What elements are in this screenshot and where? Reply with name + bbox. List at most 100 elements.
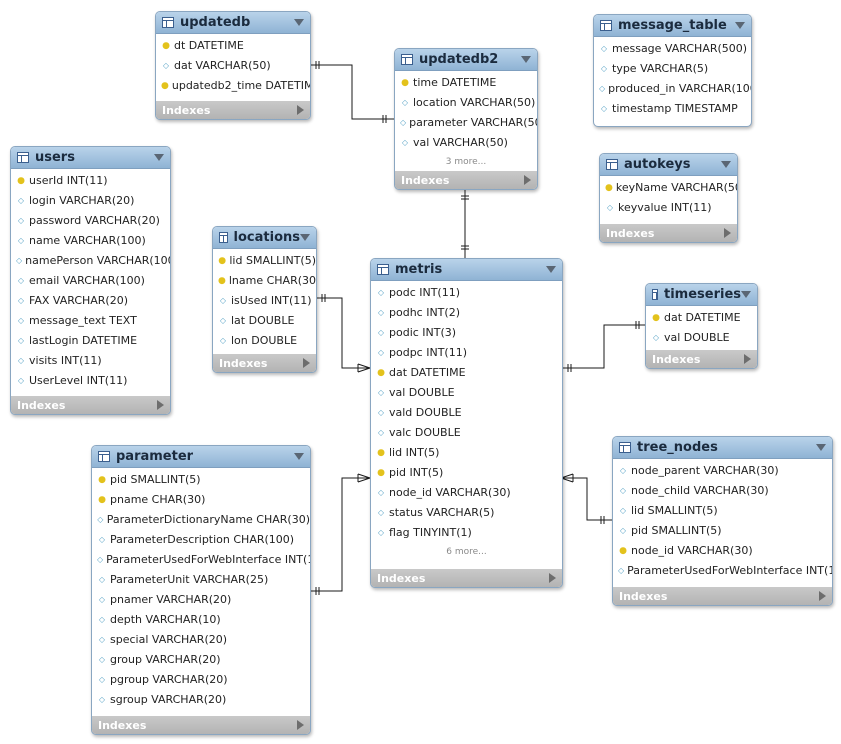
table-header[interactable]: message_table	[594, 15, 751, 37]
table-users[interactable]: users ● userId INT(11) ◇ login VARCHAR(20) ◇ p…	[10, 146, 171, 415]
column-row[interactable]: ◇ depth VARCHAR(10)	[92, 610, 310, 630]
column-row[interactable]: ◇ group VARCHAR(20)	[92, 650, 310, 670]
column-row[interactable]: ◇ ParameterUsedForWebInterface INT(11)	[92, 550, 310, 570]
column-row[interactable]: ◇ ParameterUnit VARCHAR(25)	[92, 570, 310, 590]
column-row[interactable]: ◇ podpc INT(11)	[371, 343, 562, 363]
table-header[interactable]: locations	[213, 227, 316, 249]
column-row[interactable]: ● dt DATETIME	[156, 36, 310, 56]
column-row[interactable]: ◇ pid SMALLINT(5)	[613, 521, 832, 541]
chevron-right-icon[interactable]	[157, 400, 164, 410]
column-row[interactable]: ◇ lastLogin DATETIME	[11, 331, 170, 351]
column-row[interactable]: ◇ produced_in VARCHAR(100)	[594, 79, 751, 99]
chevron-right-icon[interactable]	[549, 573, 556, 583]
column-row[interactable]: ◇ timestamp TIMESTAMP	[594, 99, 751, 119]
column-row[interactable]: ◇ node_child VARCHAR(30)	[613, 481, 832, 501]
chevron-right-icon[interactable]	[724, 228, 731, 238]
table-updatedb[interactable]: updatedb ● dt DATETIME ◇ dat VARCHAR(50) ● upd…	[155, 11, 311, 120]
column-row[interactable]: ● lid INT(5)	[371, 443, 562, 463]
column-row[interactable]: ● pid INT(5)	[371, 463, 562, 483]
column-row[interactable]: ◇ email VARCHAR(100)	[11, 271, 170, 291]
column-row[interactable]: ◇ special VARCHAR(20)	[92, 630, 310, 650]
column-row[interactable]: ● time DATETIME	[395, 73, 537, 93]
more-columns-link[interactable]: 3 more...	[395, 153, 537, 171]
chevron-right-icon[interactable]	[297, 720, 304, 730]
column-row[interactable]: ● userId INT(11)	[11, 171, 170, 191]
table-tree-nodes[interactable]: tree_nodes ◇ node_parent VARCHAR(30) ◇ node_…	[612, 436, 833, 606]
column-row[interactable]: ◇ keyvalue INT(11)	[600, 198, 737, 218]
indexes-section[interactable]: Indexes	[646, 350, 757, 368]
column-row[interactable]: ◇ val DOUBLE	[646, 328, 757, 348]
column-row[interactable]: ◇ podc INT(11)	[371, 283, 562, 303]
column-row[interactable]: ◇ valc DOUBLE	[371, 423, 562, 443]
table-timeseries[interactable]: timeseries ● dat DATETIME ◇ val DOUBLE Indexe…	[645, 283, 758, 369]
column-row[interactable]: ◇ message VARCHAR(500)	[594, 39, 751, 59]
column-row[interactable]: ◇ lat DOUBLE	[213, 311, 316, 331]
column-row[interactable]: ◇ password VARCHAR(20)	[11, 211, 170, 231]
table-header[interactable]: autokeys	[600, 154, 737, 176]
table-header[interactable]: updatedb2	[395, 49, 537, 71]
chevron-down-icon[interactable]	[816, 444, 826, 451]
indexes-section[interactable]: Indexes	[613, 587, 832, 605]
indexes-section[interactable]: Indexes	[11, 396, 170, 414]
column-row[interactable]: ◇ val DOUBLE	[371, 383, 562, 403]
column-row[interactable]: ◇ ParameterUsedForWebInterface INT(11)	[613, 561, 832, 581]
indexes-section[interactable]: Indexes	[395, 171, 537, 189]
table-parameter[interactable]: parameter ● pid SMALLINT(5) ● pname CHAR(30)…	[91, 445, 311, 735]
table-autokeys[interactable]: autokeys ● keyName VARCHAR(50) ◇ keyvalue IN…	[599, 153, 738, 243]
chevron-down-icon[interactable]	[294, 453, 304, 460]
chevron-right-icon[interactable]	[524, 175, 531, 185]
chevron-down-icon[interactable]	[154, 154, 164, 161]
column-row[interactable]: ◇ val VARCHAR(50)	[395, 133, 537, 153]
column-row[interactable]: ● pid SMALLINT(5)	[92, 470, 310, 490]
chevron-right-icon[interactable]	[819, 591, 826, 601]
column-row[interactable]: ● dat DATETIME	[646, 308, 757, 328]
column-row[interactable]: ◇ flag TINYINT(1)	[371, 523, 562, 543]
table-locations[interactable]: locations ● lid SMALLINT(5) ● lname CHAR(30)…	[212, 226, 317, 373]
column-row[interactable]: ◇ type VARCHAR(5)	[594, 59, 751, 79]
chevron-right-icon[interactable]	[303, 358, 310, 368]
column-row[interactable]: ◇ isUsed INT(11)	[213, 291, 316, 311]
column-row[interactable]: ● node_id VARCHAR(30)	[613, 541, 832, 561]
column-row[interactable]: ◇ pgroup VARCHAR(20)	[92, 670, 310, 690]
chevron-down-icon[interactable]	[735, 22, 745, 29]
chevron-down-icon[interactable]	[546, 266, 556, 273]
column-row[interactable]: ◇ podic INT(3)	[371, 323, 562, 343]
chevron-right-icon[interactable]	[744, 354, 751, 364]
column-row[interactable]: ◇ dat VARCHAR(50)	[156, 56, 310, 76]
table-metris[interactable]: metris ◇ podc INT(11) ◇ podhc INT(2) ◇ podic I…	[370, 258, 563, 588]
column-row[interactable]: ◇ status VARCHAR(5)	[371, 503, 562, 523]
indexes-section[interactable]: Indexes	[156, 101, 310, 119]
table-header[interactable]: metris	[371, 259, 562, 281]
column-row[interactable]: ● lname CHAR(30)	[213, 271, 316, 291]
column-row[interactable]: ◇ podhc INT(2)	[371, 303, 562, 323]
column-row[interactable]: ◇ lid SMALLINT(5)	[613, 501, 832, 521]
column-row[interactable]: ◇ FAX VARCHAR(20)	[11, 291, 170, 311]
chevron-right-icon[interactable]	[297, 105, 304, 115]
table-header[interactable]: parameter	[92, 446, 310, 468]
table-header[interactable]: timeseries	[646, 284, 757, 306]
column-row[interactable]: ◇ message_text TEXT	[11, 311, 170, 331]
indexes-section[interactable]: Indexes	[371, 569, 562, 587]
column-row[interactable]: ◇ node_id VARCHAR(30)	[371, 483, 562, 503]
table-header[interactable]: tree_nodes	[613, 437, 832, 459]
column-row[interactable]: ◇ node_parent VARCHAR(30)	[613, 461, 832, 481]
chevron-down-icon[interactable]	[300, 234, 310, 241]
column-row[interactable]: ◇ login VARCHAR(20)	[11, 191, 170, 211]
column-row[interactable]: ◇ lon DOUBLE	[213, 331, 316, 351]
column-row[interactable]: ● updatedb2_time DATETIME	[156, 76, 310, 96]
column-row[interactable]: ◇ visits INT(11)	[11, 351, 170, 371]
table-updatedb2[interactable]: updatedb2 ● time DATETIME ◇ location VARCHAR…	[394, 48, 538, 190]
column-row[interactable]: ◇ parameter VARCHAR(50)	[395, 113, 537, 133]
indexes-section[interactable]: Indexes	[92, 716, 310, 734]
column-row[interactable]: ◇ pnamer VARCHAR(20)	[92, 590, 310, 610]
column-row[interactable]: ◇ name VARCHAR(100)	[11, 231, 170, 251]
column-row[interactable]: ◇ UserLevel INT(11)	[11, 371, 170, 391]
column-row[interactable]: ● dat DATETIME	[371, 363, 562, 383]
table-message-table[interactable]: message_table ◇ message VARCHAR(500) ◇ type …	[593, 14, 752, 127]
indexes-section[interactable]: Indexes	[600, 224, 737, 242]
column-row[interactable]: ● lid SMALLINT(5)	[213, 251, 316, 271]
chevron-down-icon[interactable]	[721, 161, 731, 168]
column-row[interactable]: ● pname CHAR(30)	[92, 490, 310, 510]
column-row[interactable]: ◇ ParameterDictionaryName CHAR(30)	[92, 510, 310, 530]
table-header[interactable]: updatedb	[156, 12, 310, 34]
